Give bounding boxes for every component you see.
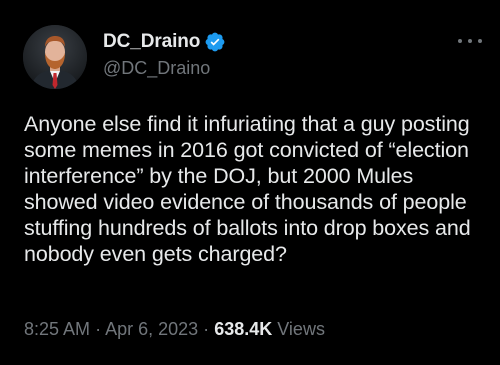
tweet-text: Anyone else find it infuriating that a g… bbox=[24, 112, 471, 266]
meta-separator: · bbox=[203, 319, 210, 339]
handle[interactable]: @DC_Draino bbox=[103, 58, 226, 79]
views-count[interactable]: 638.4K bbox=[214, 319, 272, 339]
tweet: DC_Draino @DC_Draino Anyone else find it… bbox=[0, 0, 500, 365]
views-label: Views bbox=[277, 319, 325, 339]
display-name[interactable]: DC_Draino bbox=[103, 31, 200, 53]
tweet-meta: 8:25 AM · Apr 6, 2023 · 638.4K Views bbox=[24, 319, 325, 340]
name-row: DC_Draino bbox=[103, 30, 226, 54]
avatar-image bbox=[23, 25, 87, 89]
tweet-date[interactable]: Apr 6, 2023 bbox=[105, 319, 198, 339]
tweet-time[interactable]: 8:25 AM bbox=[24, 319, 90, 339]
meta-separator: · bbox=[95, 319, 102, 339]
verified-badge-icon[interactable] bbox=[204, 31, 226, 53]
author-info: DC_Draino @DC_Draino bbox=[103, 30, 226, 79]
more-horizontal-icon[interactable] bbox=[458, 34, 482, 48]
avatar[interactable] bbox=[23, 25, 87, 89]
